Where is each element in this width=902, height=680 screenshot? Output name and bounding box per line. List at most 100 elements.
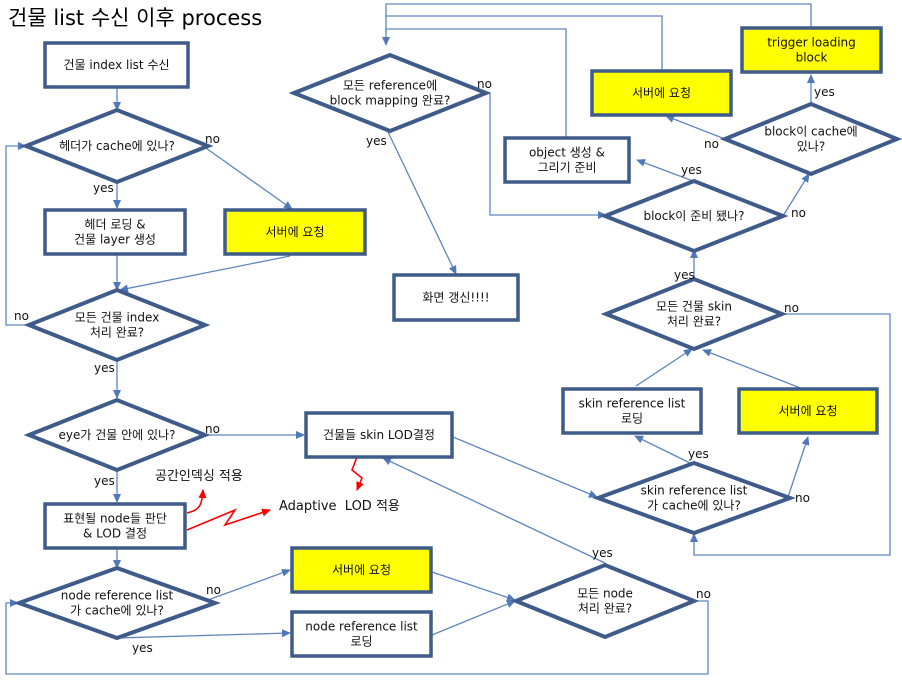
label-all-skin-yes: yes bbox=[674, 268, 695, 282]
edge-node-load-to-all-node bbox=[431, 600, 516, 636]
node-label: 그리기 준비 bbox=[537, 161, 596, 175]
node-label: 로딩 bbox=[621, 412, 643, 426]
edge-skin-lod-to-skin-ref bbox=[452, 436, 598, 498]
label-all-index-yes: yes bbox=[94, 361, 115, 375]
label-all-skin-no: no bbox=[784, 301, 799, 315]
label-skin-ref-yes: yes bbox=[688, 447, 709, 461]
node-block-ready: block이 준비 됐나? bbox=[599, 178, 789, 254]
node-object-create: object 생성 &그리기 준비 bbox=[503, 136, 631, 184]
edge-header-cached-no bbox=[202, 145, 293, 210]
label-block-ready-yes: yes bbox=[681, 163, 702, 177]
label-all-ref-no: no bbox=[477, 77, 492, 91]
red-arrow-spatial bbox=[186, 489, 207, 514]
node-label: 가 cache에 있나? bbox=[647, 499, 741, 513]
node-label: 헤더 로딩 & bbox=[84, 218, 145, 232]
edge-skin-ref-no bbox=[787, 436, 810, 498]
nodes: 건물 index list 수신헤더가 cache에 있나? 헤더 로딩 &건물 … bbox=[13, 26, 902, 658]
node-label: block이 cache에 bbox=[764, 125, 857, 139]
annotation-adaptive-lod: Adaptive LOD 적용 bbox=[279, 499, 400, 514]
node-label: node reference list bbox=[61, 589, 174, 603]
label-header-no: no bbox=[205, 132, 220, 146]
node-label: 모든 node bbox=[577, 587, 633, 601]
edge-all-index-no bbox=[5, 142, 30, 326]
label-all-index-no: no bbox=[14, 309, 29, 323]
node-label: 처리 완료? bbox=[667, 315, 721, 329]
node-header-cached: 헤더가 cache에 있나? bbox=[20, 107, 214, 185]
node-node-ref-load: node reference list로딩 bbox=[290, 610, 433, 658]
node-all-ref-mapped: 모든 reference에block mapping 완료? bbox=[288, 52, 492, 134]
node-label: 서버에 요청 bbox=[778, 404, 837, 418]
node-label: skin reference list bbox=[641, 484, 748, 498]
node-label: 로딩 bbox=[350, 635, 372, 649]
edge-skin-ref-yes bbox=[634, 435, 691, 464]
label-all-ref-yes: yes bbox=[366, 134, 387, 148]
annotation-spatial-indexing: 공간인덱싱 적용 bbox=[155, 469, 243, 484]
node-all-skin-done: 모든 건물 skin처리 완료? bbox=[600, 276, 788, 352]
edge-skin-load-to-all-skin bbox=[635, 348, 693, 387]
label-block-cached-yes: yes bbox=[814, 85, 835, 99]
node-label: 서버에 요청 bbox=[265, 225, 324, 239]
label-all-node-yes: yes bbox=[592, 546, 613, 560]
edge-server4-loop bbox=[386, 15, 663, 70]
node-label: block bbox=[796, 51, 828, 65]
node-label: block mapping 완료? bbox=[330, 94, 451, 108]
label-eye-yes: yes bbox=[94, 474, 115, 488]
node-label: trigger loading bbox=[767, 36, 856, 50]
label-node-ref-yes: yes bbox=[132, 641, 153, 655]
node-label: 헤더가 cache에 있나? bbox=[59, 139, 175, 153]
label-block-cached-no: no bbox=[704, 137, 719, 151]
node-label: node reference list bbox=[305, 620, 418, 634]
node-label: 있나? bbox=[797, 140, 825, 154]
node-refresh: 화면 갱신!!!! bbox=[392, 273, 520, 322]
node-label: 건물 index list 수신 bbox=[63, 58, 169, 72]
node-eye-inside: eye가 건물 안에 있나? bbox=[23, 397, 211, 473]
node-label: & LOD 결정 bbox=[83, 527, 147, 541]
edge-block-cached-no bbox=[665, 115, 726, 140]
label-skin-ref-no: no bbox=[795, 491, 810, 505]
edge-node-ref-yes bbox=[116, 629, 291, 639]
label-node-ref-no: no bbox=[206, 583, 221, 597]
node-decide-nodes: 표현될 node들 판단& LOD 결정 bbox=[43, 502, 187, 550]
node-label: 건물 layer 생성 bbox=[74, 233, 156, 247]
label-eye-no: no bbox=[205, 422, 220, 436]
edge-all-ref-yes bbox=[387, 131, 457, 275]
node-skin-lod: 건물들 skin LOD결정 bbox=[304, 411, 454, 459]
label-header-yes: yes bbox=[93, 181, 114, 195]
node-receive-index: 건물 index list 수신 bbox=[43, 41, 190, 89]
node-label: block이 준비 됐나? bbox=[643, 209, 744, 223]
node-server-req-2: 서버에 요청 bbox=[290, 546, 433, 594]
node-block-cached: block이 cache에있나? bbox=[719, 101, 902, 177]
node-label: 가 cache에 있나? bbox=[70, 604, 164, 618]
red-arrow-adaptive-lod-1 bbox=[186, 508, 271, 531]
node-label: object 생성 & bbox=[529, 146, 605, 160]
node-server-req-3: 서버에 요청 bbox=[737, 387, 879, 435]
node-label: 서버에 요청 bbox=[632, 86, 691, 100]
flowchart: 건물 index list 수신헤더가 cache에 있나? 헤더 로딩 &건물 … bbox=[5, 3, 902, 675]
edge-server3-to-all-skin bbox=[702, 349, 804, 390]
label-all-node-no: no bbox=[696, 587, 711, 601]
node-skin-ref-cached: skin reference list가 cache에 있나? bbox=[592, 460, 796, 536]
edge-server2-to-all-node bbox=[431, 571, 516, 602]
node-server-req-4: 서버에 요청 bbox=[590, 69, 733, 117]
node-label: 모든 reference에 bbox=[343, 79, 437, 93]
node-label: 서버에 요청 bbox=[332, 563, 391, 577]
edge-server1-to-all-index bbox=[119, 255, 291, 293]
node-server-req-1: 서버에 요청 bbox=[223, 208, 367, 256]
red-arrow-adaptive-lod-2 bbox=[351, 456, 364, 491]
node-label: 모든 건물 index bbox=[75, 311, 160, 325]
node-trigger-loading: trigger loadingblock bbox=[740, 26, 883, 74]
node-node-ref-cached: node reference list가 cache에 있나? bbox=[13, 565, 221, 641]
annotation-arrows bbox=[186, 456, 364, 531]
node-header-load: 헤더 로딩 &건물 layer 생성 bbox=[43, 208, 187, 256]
node-skin-ref-load: skin reference list로딩 bbox=[561, 387, 703, 435]
node-all-node-done: 모든 node처리 완료? bbox=[510, 562, 700, 640]
node-label: eye가 건물 안에 있나? bbox=[59, 428, 176, 442]
node-label: 처리 완료? bbox=[578, 602, 632, 616]
label-block-ready-no: no bbox=[791, 206, 806, 220]
node-label: 화면 갱신!!!! bbox=[422, 291, 489, 305]
node-label: 표현될 node들 판단 bbox=[63, 512, 167, 526]
node-label: 모든 건물 skin bbox=[656, 300, 732, 314]
node-label: skin reference list bbox=[579, 397, 686, 411]
node-label: 처리 완료? bbox=[90, 326, 144, 340]
node-all-index-done: 모든 건물 index처리 완료? bbox=[23, 287, 211, 363]
